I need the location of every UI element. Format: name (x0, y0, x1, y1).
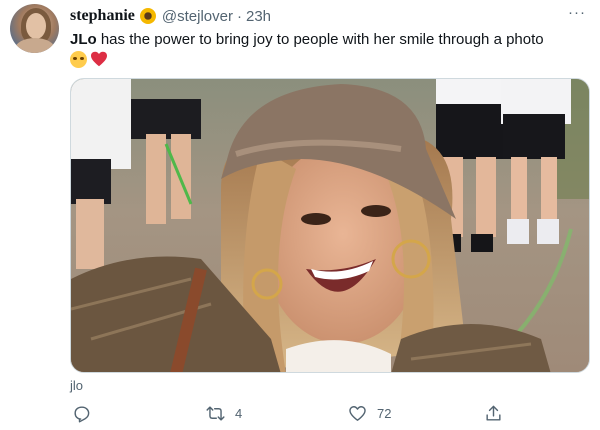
tweet-text-bold: JLo (70, 31, 97, 48)
like-count: 72 (377, 406, 392, 421)
pleading-face-icon (70, 50, 87, 68)
photo-caption: jlo (70, 378, 84, 393)
tweet-emojis (70, 50, 108, 68)
retweet-icon (206, 406, 225, 421)
share-button[interactable] (484, 404, 503, 423)
timestamp[interactable]: 23h (246, 8, 271, 25)
reply-button[interactable] (72, 404, 91, 423)
share-icon (486, 405, 501, 421)
like-button[interactable]: 72 (348, 404, 391, 423)
tweet-photo[interactable] (70, 78, 590, 373)
sunflower-icon (139, 8, 156, 24)
tweet[interactable]: stephanie @stejlover · 23h ··· JLo has t… (0, 0, 600, 430)
tweet-text: JLo has the power to bring joy to people… (70, 30, 590, 50)
tweet-text-body: has the power to bring joy to people wit… (96, 31, 544, 48)
heart-icon (349, 406, 366, 421)
display-name[interactable]: stephanie (70, 7, 135, 25)
user-handle[interactable]: @stejlover (162, 8, 233, 25)
photo-image (71, 79, 589, 372)
tweet-header: stephanie @stejlover · 23h (70, 6, 271, 26)
red-heart-icon (91, 51, 107, 67)
separator-dot: · (237, 7, 242, 25)
avatar-body (15, 38, 55, 53)
retweet-count: 4 (235, 406, 243, 421)
reply-icon (74, 406, 90, 423)
retweet-button[interactable]: 4 (206, 404, 242, 423)
more-options-icon[interactable]: ··· (568, 4, 586, 21)
avatar-face (26, 13, 46, 39)
avatar[interactable] (10, 4, 59, 53)
tweet-actions: 4 72 (70, 404, 590, 428)
